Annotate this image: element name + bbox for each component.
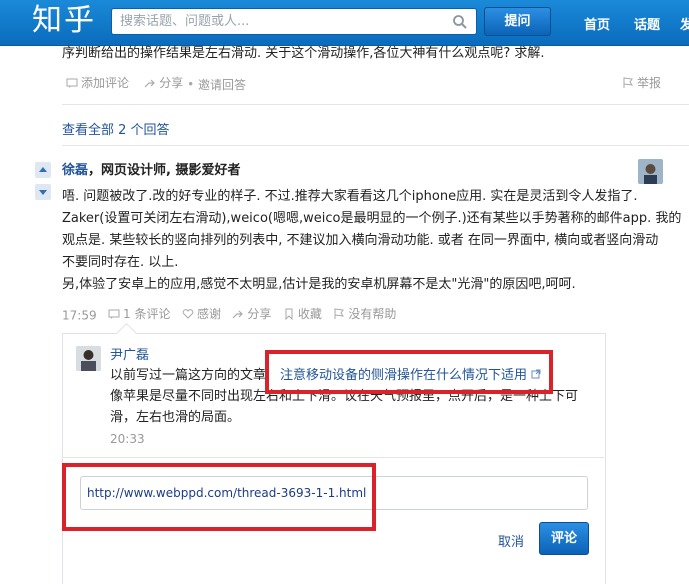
view-all-answers-link[interactable]: 查看全部 2 个回答 [62,119,170,138]
thanks-link[interactable]: 感谢 [182,305,221,322]
cancel-button[interactable]: 取消 [498,531,524,550]
downvote-button[interactable] [35,184,51,200]
arrow-up-icon [39,167,47,172]
zhihu-logo[interactable]: 知乎 [32,2,96,40]
search-box[interactable] [111,8,477,35]
flag-icon [334,307,345,319]
submit-comment-button[interactable]: 评论 [539,522,589,555]
answer-line: 观点是. 某些较长的竖向排列的列表中, 不建议加入横向滑动功能. 或者 在同一界… [62,233,659,248]
heart-icon [182,308,194,319]
search-input[interactable] [112,9,440,34]
author-name-link[interactable]: 徐磊 [62,163,88,178]
highlight-box [265,350,553,394]
previous-answer-actions: 添加评论 分享 • 邀请回答 [66,74,246,93]
commenter-avatar[interactable] [76,346,101,371]
ask-button[interactable]: 提问 [484,7,551,36]
share-link[interactable]: 分享 [144,74,183,91]
answer-line: 不要同时存在. 以上. [62,255,179,270]
answer-line: Zaker(设置可关闭左右滑动),weico(嗯嗯,weico是最明显的一个例子… [62,211,682,226]
top-bar: 知乎 提问 首页 话题 发 [0,0,689,46]
nav-topics[interactable]: 话题 [634,14,660,33]
nav-home[interactable]: 首页 [584,14,610,33]
answer-body: 唔. 问题被改了.改的好专业的样子. 不过.推荐大家看看这几个iphone应用.… [62,187,682,297]
share-link[interactable]: 分享 [232,305,271,322]
avatar-image [638,159,663,184]
comments-link[interactable]: 1 条评论 [108,305,171,322]
invite-answer-link[interactable]: 邀请回答 [198,76,246,93]
arrow-down-icon [39,190,47,195]
highlight-box [62,463,376,531]
answer-line: 唔. 问题被改了.改的好专业的样子. 不过.推荐大家看看这几个iphone应用.… [62,189,638,204]
bookmark-icon [285,308,293,320]
not-helpful-link[interactable]: 没有帮助 [333,305,396,322]
answer-author: 徐磊，网页设计师, 摄影爱好者 [62,161,240,181]
collect-link[interactable]: 收藏 [283,305,322,322]
divider [62,145,689,146]
search-icon[interactable] [452,14,468,30]
comment-time: 20:33 [110,432,145,446]
comment-icon [108,309,120,319]
previous-answer-text: 序判断给出的操作结果是左右滑动. 关于这个滑动操作,各位大神有什么观点呢? 求解… [62,46,545,61]
divider [62,457,604,458]
add-comment-link[interactable]: 添加评论 [66,74,129,91]
answer-time: 17:59 [62,308,97,323]
share-icon [144,79,156,87]
divider [62,104,689,105]
commenter-name-link[interactable]: 尹广磊 [110,344,149,363]
flag-icon [623,76,634,88]
report-link[interactable]: 举报 [622,74,661,92]
avatar-image [76,346,101,371]
answer-meta: 17:59 1 条评论 感谢 分享 收藏 没有帮助 [62,305,396,323]
comment-line: 滑，左右也滑的局面。 [110,410,241,425]
author-avatar[interactable] [638,159,663,184]
upvote-button[interactable] [35,162,51,178]
answer-line: 另,体验了安卓上的应用,感觉不太明显,估计是我的安卓机屏幕不是太"光滑"的原因吧… [62,277,576,292]
comment-icon [66,78,78,88]
nav-more[interactable]: 发 [680,14,689,33]
comment-line: 以前写过一篇这方向的文章, [110,368,271,383]
author-bio: ，网页设计师, 摄影爱好者 [88,163,241,178]
share-icon [232,310,244,318]
